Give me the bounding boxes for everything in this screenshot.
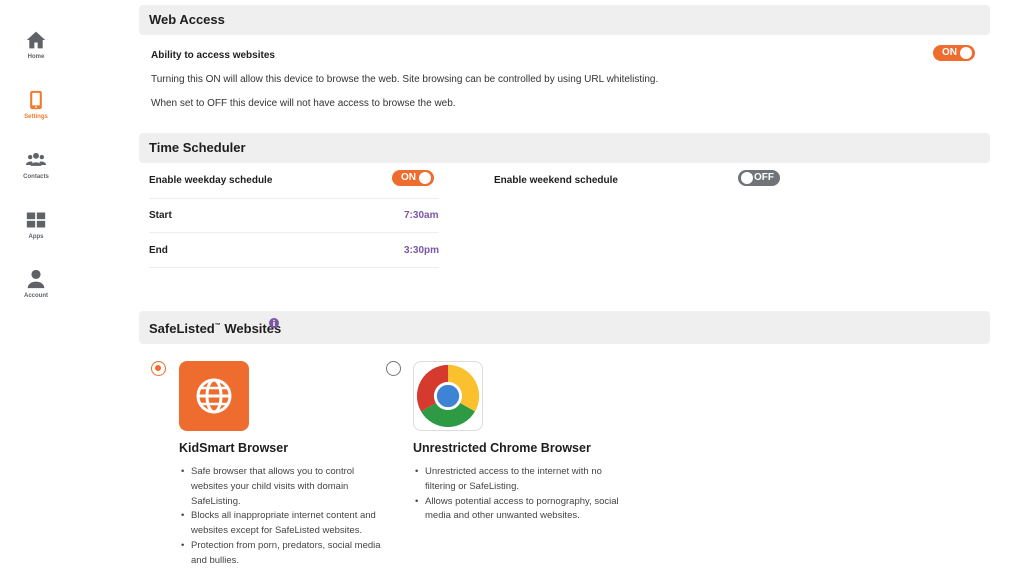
sidebar-item-settings[interactable]: Settings [0, 90, 72, 120]
section-title: SafeListed™ Websites [149, 321, 281, 336]
home-icon [26, 31, 46, 49]
list-item: Safe browser that allows you to control … [179, 465, 384, 509]
info-icon[interactable] [269, 318, 279, 328]
end-label: End [149, 245, 168, 256]
sidebar-item-home[interactable]: Home [0, 30, 72, 60]
list-item: Blocks all inappropriate internet conten… [179, 509, 384, 539]
kidsmart-browser-title: KidSmart Browser [179, 441, 289, 455]
weekend-schedule-toggle[interactable]: OFF [738, 170, 780, 186]
sidebar-item-label: Account [24, 293, 48, 299]
toggle-label: ON [942, 47, 957, 58]
chrome-icon[interactable] [413, 361, 483, 431]
account-icon [27, 269, 45, 289]
start-time[interactable]: 7:30am [404, 210, 438, 221]
kidsmart-browser-radio[interactable] [151, 361, 166, 376]
sidebar: Home Settings Contacts Apps Account [0, 0, 72, 586]
chrome-browser-radio[interactable] [386, 361, 401, 376]
weekday-schedule-toggle[interactable]: ON [392, 170, 434, 186]
time-scheduler-header: Time Scheduler [139, 133, 990, 163]
sidebar-item-account[interactable]: Account [0, 269, 72, 299]
divider [149, 232, 439, 233]
sidebar-item-label: Home [27, 54, 45, 60]
web-access-description-off: When set to OFF this device will not hav… [151, 98, 456, 109]
list-item: Protection from porn, predators, social … [179, 539, 384, 569]
divider [149, 267, 439, 268]
section-title: Time Scheduler [149, 140, 246, 155]
chrome-browser-title: Unrestricted Chrome Browser [413, 441, 591, 455]
sidebar-item-label: Apps [28, 234, 44, 240]
toggle-label: ON [401, 172, 416, 183]
weekend-schedule-label: Enable weekend schedule [494, 175, 618, 186]
section-title-text: SafeListed [149, 321, 215, 336]
globe-icon[interactable] [179, 361, 249, 431]
toggle-label: OFF [754, 172, 774, 183]
web-access-header: Web Access [139, 5, 990, 35]
sidebar-item-label: Contacts [23, 174, 49, 180]
start-label: Start [149, 210, 172, 221]
toggle-knob [960, 47, 972, 59]
safelisted-header: SafeListed™ Websites [139, 311, 990, 344]
apps-icon [26, 212, 46, 228]
end-time[interactable]: 3:30pm [404, 245, 439, 256]
kidsmart-browser-features: Safe browser that allows you to control … [179, 465, 384, 569]
divider [149, 198, 439, 199]
sidebar-item-apps[interactable]: Apps [0, 210, 72, 240]
list-item: Unrestricted access to the internet with… [413, 465, 628, 495]
sidebar-item-label: Settings [24, 114, 48, 120]
toggle-knob [741, 172, 753, 184]
web-access-toggle[interactable]: ON [933, 45, 975, 61]
contacts-icon [26, 152, 46, 166]
section-title: Web Access [149, 12, 225, 27]
chrome-browser-features: Unrestricted access to the internet with… [413, 465, 628, 524]
sidebar-item-contacts[interactable]: Contacts [0, 150, 72, 180]
phone-icon [30, 90, 42, 110]
toggle-knob [419, 172, 431, 184]
weekday-schedule-label: Enable weekday schedule [149, 175, 273, 186]
ability-label: Ability to access websites [151, 50, 275, 61]
list-item: Allows potential access to pornography, … [413, 495, 628, 525]
web-access-description-on: Turning this ON will allow this device t… [151, 74, 659, 85]
